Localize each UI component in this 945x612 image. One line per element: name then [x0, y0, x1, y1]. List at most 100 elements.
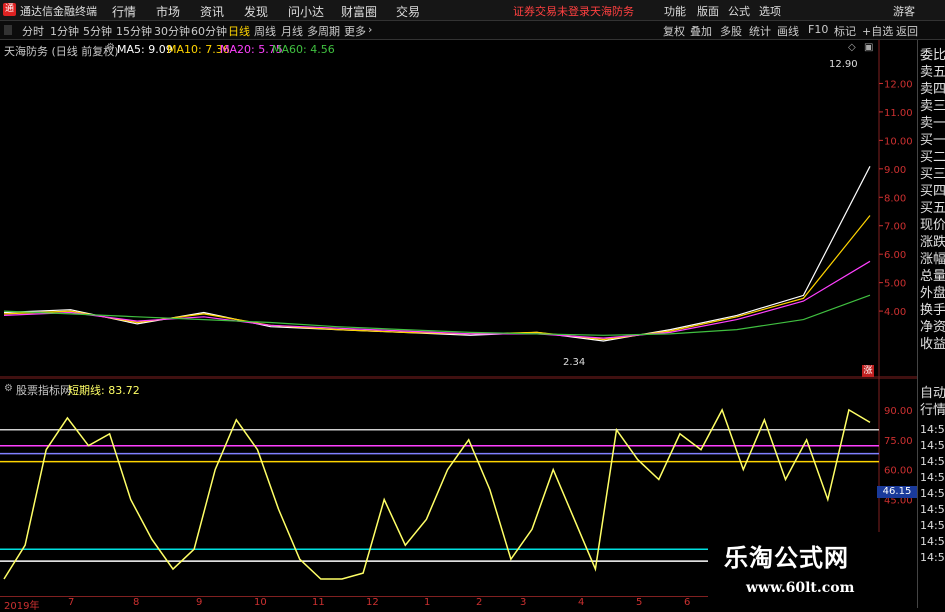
period-toolbar: 分时 1分钟 5分钟 15分钟 30分钟 60分钟 日线 周线 月线 多周期 更… [0, 21, 945, 40]
menu-banmian[interactable]: 版面 [697, 3, 719, 19]
side-item[interactable]: 自动 [920, 386, 945, 402]
btn-huaxian[interactable]: 画线 [777, 23, 799, 39]
btn-duogu[interactable]: 多股 [720, 23, 742, 39]
period-daily[interactable]: 日线 [228, 23, 250, 39]
menu-hangqing[interactable]: 行情 [112, 3, 136, 20]
side-item[interactable]: 涨跌 [920, 235, 945, 251]
x-label: 2019年 [4, 601, 40, 612]
candlestick-chart[interactable]: 4.00 5.00 6.00 7.00 8.00 9.00 10.00 11.00 12.00 [0, 40, 917, 378]
side-time: 14:50 [920, 551, 945, 564]
x-label: 2 [476, 597, 483, 608]
btn-diejia[interactable]: 叠加 [690, 23, 712, 39]
menu-caifuquan[interactable]: 财富圈 [341, 3, 377, 20]
side-time: 14:50 [920, 519, 945, 532]
high-price-label: 12.90 [829, 59, 858, 70]
menu-jiaoyi[interactable]: 交易 [396, 3, 420, 20]
user-label[interactable]: 游客 [893, 3, 915, 19]
period-weekly[interactable]: 周线 [254, 23, 276, 39]
side-time: 14:50 [920, 535, 945, 548]
x-label: 11 [312, 597, 325, 608]
login-warning[interactable]: 证券交易未登录 [513, 3, 590, 19]
side-item[interactable]: 换手 [920, 303, 945, 319]
low-price-label: 2.34 [563, 357, 586, 368]
side-item[interactable]: 外盘 [920, 286, 945, 302]
side-item[interactable]: 卖一 [920, 116, 945, 132]
menu-xuanxiang[interactable]: 选项 [759, 3, 781, 19]
menu-zixun[interactable]: 资讯 [200, 3, 224, 20]
period-15min[interactable]: 15分钟 [116, 23, 152, 39]
x-label: 10 [254, 597, 267, 608]
x-label: 4 [578, 597, 585, 608]
y-tick-label: 7.00 [884, 222, 906, 233]
side-item[interactable]: 卖四 [920, 82, 945, 98]
y-tick-label: 6.00 [884, 250, 906, 261]
app-logo-icon: 通 [3, 3, 16, 16]
btn-fuquan[interactable]: 复权 [663, 23, 685, 39]
more-chevron-icon[interactable]: › [368, 23, 372, 36]
side-time: 14:50 [920, 471, 945, 484]
side-item[interactable]: 总量 [920, 269, 945, 285]
btn-add-watchlist[interactable]: +自选 [862, 23, 893, 39]
app-title: 通达信金融终端 [20, 5, 97, 18]
indicator-current-value: 46.15 [877, 486, 917, 498]
menu-wenxiaoda[interactable]: 问小达 [288, 3, 324, 20]
btn-f10[interactable]: F10 [808, 23, 828, 36]
y-tick-label: 60.00 [884, 466, 913, 477]
side-item[interactable]: 卖五 [920, 65, 945, 81]
x-label: 6 [684, 597, 691, 608]
menu-gongneng[interactable]: 功能 [664, 3, 686, 19]
side-item[interactable]: 买三 [920, 167, 945, 183]
btn-tongji[interactable]: 统计 [749, 23, 771, 39]
x-label: 1 [424, 597, 431, 608]
side-item[interactable]: 买一 [920, 133, 945, 149]
side-item[interactable]: 净资 [920, 320, 945, 336]
side-time: 14:50 [920, 487, 945, 500]
period-30min[interactable]: 30分钟 [154, 23, 190, 39]
side-item[interactable]: 涨幅 [920, 252, 945, 268]
y-tick-label: 4.00 [884, 307, 906, 318]
period-fenshi[interactable]: 分时 [22, 23, 44, 39]
side-item[interactable]: 卖三 [920, 99, 945, 115]
btn-back[interactable]: 返回 [896, 23, 918, 39]
x-label: 3 [520, 597, 527, 608]
watermark-box: 乐淘公式网 www.60lt.com [708, 532, 917, 609]
x-label: 12 [366, 597, 379, 608]
stock-name-title: 天海防务 [590, 5, 634, 18]
quote-side-panel: 委比 卖五 卖四 卖三 卖一 买一 买二 买三 买四 买五 现价 涨跌 涨幅 总… [917, 40, 945, 608]
side-item[interactable]: 买五 [920, 201, 945, 217]
y-tick-label: 9.00 [884, 165, 906, 176]
side-time: 14:50 [920, 455, 945, 468]
y-tick-label: 8.00 [884, 193, 906, 204]
x-label: 9 [196, 597, 203, 608]
side-time: 14:50 [920, 503, 945, 516]
x-label: 5 [636, 597, 643, 608]
side-item[interactable]: 现价 [920, 218, 945, 234]
menu-gongshi[interactable]: 公式 [728, 3, 750, 19]
menu-faxian[interactable]: 发现 [244, 3, 268, 20]
chart-window-icon[interactable]: ▣ [864, 42, 873, 53]
side-time: 14:50 [920, 423, 945, 436]
chart-diamond-icon[interactable]: ◇ [848, 42, 856, 53]
btn-biaoji[interactable]: 标记 [834, 23, 856, 39]
y-tick-label: 75.00 [884, 436, 913, 447]
title-bar: 通 通达信金融终端 行情 市场 资讯 发现 问小达 财富圈 交易 证券交易未登录… [0, 0, 945, 21]
menu-shichang[interactable]: 市场 [156, 3, 180, 20]
side-item[interactable]: 收益 [920, 337, 945, 353]
y-tick-label: 90.00 [884, 406, 913, 417]
side-item[interactable]: 买二 [920, 150, 945, 166]
ma-line-ma60 [3, 294, 871, 336]
zhang-badge[interactable]: 涨 [862, 365, 874, 377]
period-monthly[interactable]: 月线 [281, 23, 303, 39]
side-item[interactable]: 委比 [920, 48, 945, 64]
period-multi[interactable]: 多周期 [307, 23, 340, 39]
period-more[interactable]: 更多 [344, 23, 366, 39]
period-5min[interactable]: 5分钟 [83, 23, 112, 39]
y-tick-label: 10.00 [884, 136, 913, 147]
watermark-url: www.60lt.com [746, 580, 855, 596]
period-60min[interactable]: 60分钟 [191, 23, 227, 39]
side-item[interactable]: 行情 [920, 403, 945, 419]
period-1min[interactable]: 1分钟 [50, 23, 79, 39]
y-tick-label: 5.00 [884, 279, 906, 290]
toolbar-grip-icon [4, 25, 12, 35]
side-item[interactable]: 买四 [920, 184, 945, 200]
